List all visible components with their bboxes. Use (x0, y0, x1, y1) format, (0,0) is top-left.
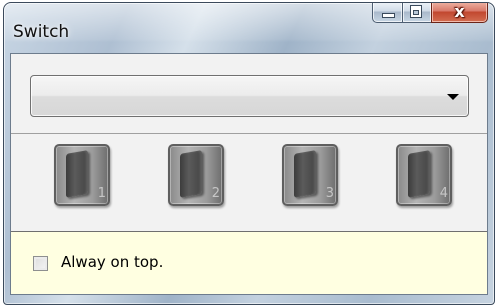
switch-number: 4 (439, 186, 448, 201)
switch-button-3[interactable]: 3 (282, 144, 338, 206)
maximize-button[interactable] (402, 3, 431, 23)
always-on-top-label[interactable]: Alway on top. (61, 253, 163, 271)
title-bar[interactable]: Switch x (4, 3, 494, 43)
rocker-switch-icon (180, 150, 202, 198)
switch-number: 2 (211, 186, 220, 201)
close-button[interactable]: x (431, 2, 488, 23)
always-on-top-checkbox[interactable] (33, 256, 48, 271)
client-area: 1 2 3 4 Alway on top. (10, 53, 488, 295)
device-combobox[interactable] (30, 75, 469, 117)
rocker-switch-icon (294, 150, 316, 198)
chevron-down-icon[interactable] (447, 94, 459, 100)
switch-number: 3 (325, 186, 334, 201)
minimize-button[interactable] (372, 3, 402, 23)
switch-number: 1 (97, 186, 106, 201)
maximize-icon-inner (413, 10, 419, 15)
switch-button-4[interactable]: 4 (396, 144, 452, 206)
minimize-icon (382, 13, 395, 18)
rocker-switch-icon (66, 150, 88, 198)
window-title: Switch (13, 22, 70, 42)
options-bar: Alway on top. (11, 232, 487, 294)
close-icon: x (454, 2, 465, 21)
switch-button-2[interactable]: 2 (168, 144, 224, 206)
caption-buttons: x (372, 2, 488, 24)
rocker-switch-icon (408, 150, 430, 198)
app-window: Switch x 1 2 3 4 Alway on top. (3, 2, 495, 305)
switch-panel: 1 2 3 4 (11, 54, 487, 232)
switch-row: 1 2 3 4 (11, 134, 487, 231)
switch-button-1[interactable]: 1 (54, 144, 110, 206)
